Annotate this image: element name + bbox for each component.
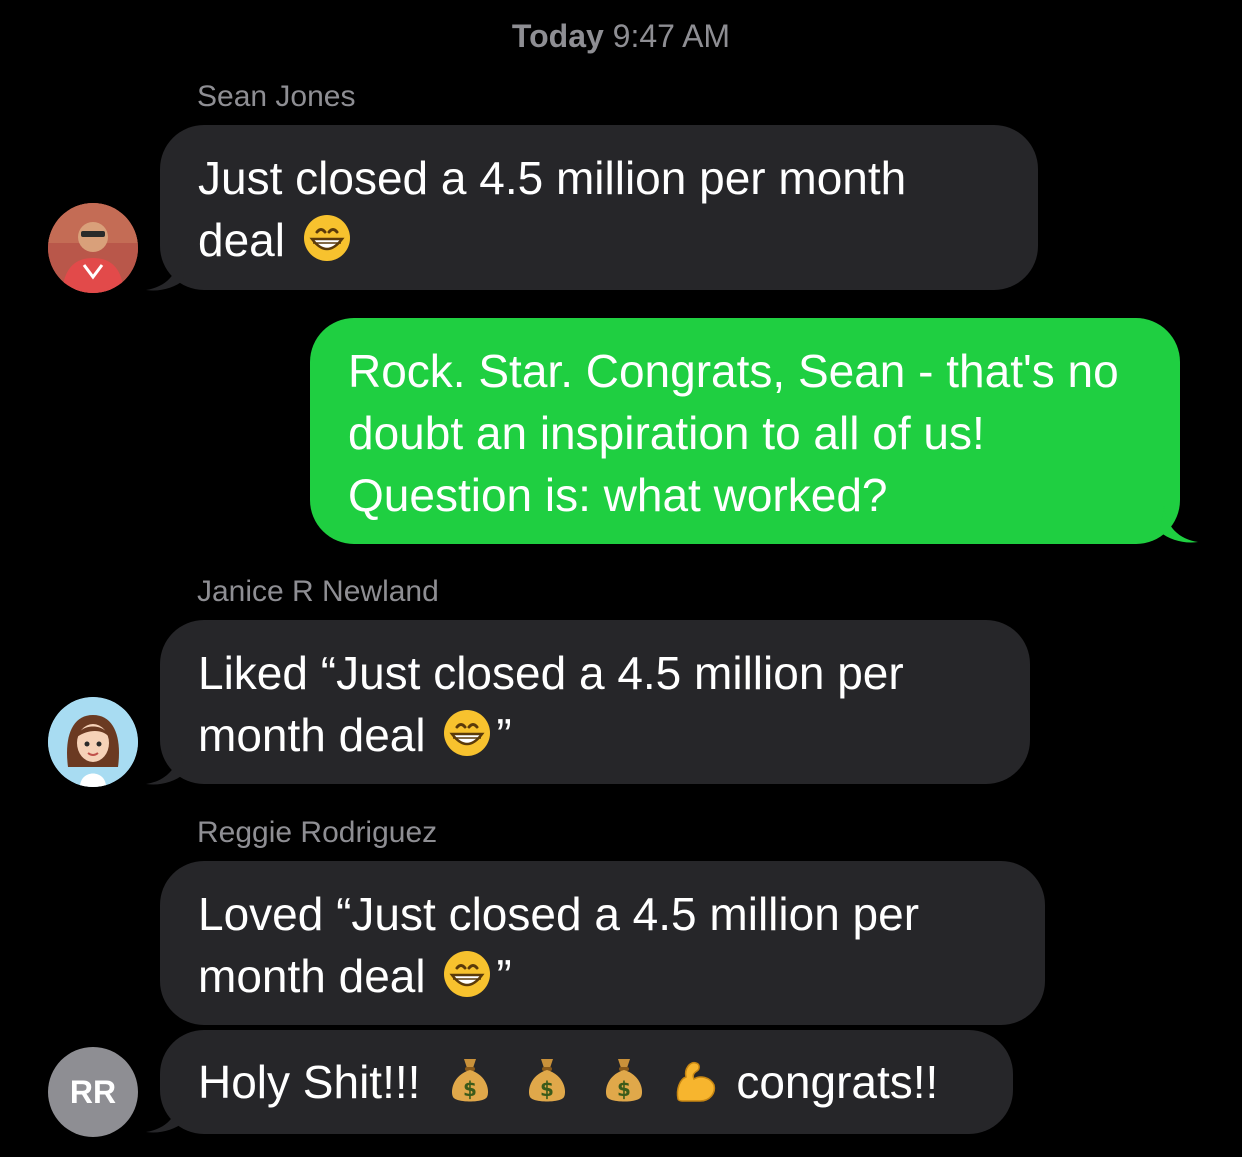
message-text: Rock. Star. Congrats, Sean - that's no d… xyxy=(348,345,1119,521)
bubble-tail-icon xyxy=(1160,506,1198,543)
message-text-suffix: ” xyxy=(496,950,512,1002)
sender-name-reggie: Reggie Rodriguez xyxy=(197,816,438,849)
person-photo-icon xyxy=(48,203,138,293)
message-bubble-incoming[interactable]: Liked “Just closed a 4.5 million per mon… xyxy=(160,620,1030,784)
bubble-tail-icon xyxy=(146,748,184,785)
message-text: Liked “Just closed a 4.5 million per mon… xyxy=(198,647,904,761)
message-bubble-incoming[interactable]: Holy Shit!!! congrats!! xyxy=(160,1030,1013,1134)
message-text: Loved “Just closed a 4.5 million per mon… xyxy=(198,888,920,1002)
flexed-biceps-icon xyxy=(670,1055,720,1105)
avatar-janice[interactable] xyxy=(48,697,138,787)
bubble-tail-icon xyxy=(146,254,184,291)
money-bag-icon xyxy=(601,1053,647,1105)
grinning-face-icon xyxy=(442,708,492,758)
message-bubble-outgoing[interactable]: Rock. Star. Congrats, Sean - that's no d… xyxy=(310,318,1180,544)
memoji-avatar-icon xyxy=(48,697,138,787)
timestamp-day: Today xyxy=(511,18,604,54)
money-bag-icon xyxy=(447,1053,493,1105)
avatar-reggie[interactable]: RR xyxy=(48,1047,138,1137)
message-text: Holy Shit!!! xyxy=(198,1056,421,1108)
money-bag-icon xyxy=(524,1053,570,1105)
sender-name-sean: Sean Jones xyxy=(197,80,356,113)
grinning-face-icon xyxy=(302,213,352,263)
message-bubble-incoming[interactable]: Just closed a 4.5 million per month deal xyxy=(160,125,1038,290)
timestamp-time: 9:47 AM xyxy=(612,18,731,54)
sender-name-janice: Janice R Newland xyxy=(197,575,439,608)
bubble-tail-icon xyxy=(146,1096,184,1133)
message-bubble-incoming[interactable]: Loved “Just closed a 4.5 million per mon… xyxy=(160,861,1045,1025)
avatar-sean[interactable] xyxy=(48,203,138,293)
message-text-suffix: congrats!! xyxy=(736,1056,939,1108)
message-text-suffix: ” xyxy=(496,709,512,761)
avatar-initials: RR xyxy=(69,1073,117,1110)
timestamp: Today 9:47 AM xyxy=(0,18,1242,55)
grinning-face-icon xyxy=(442,949,492,999)
